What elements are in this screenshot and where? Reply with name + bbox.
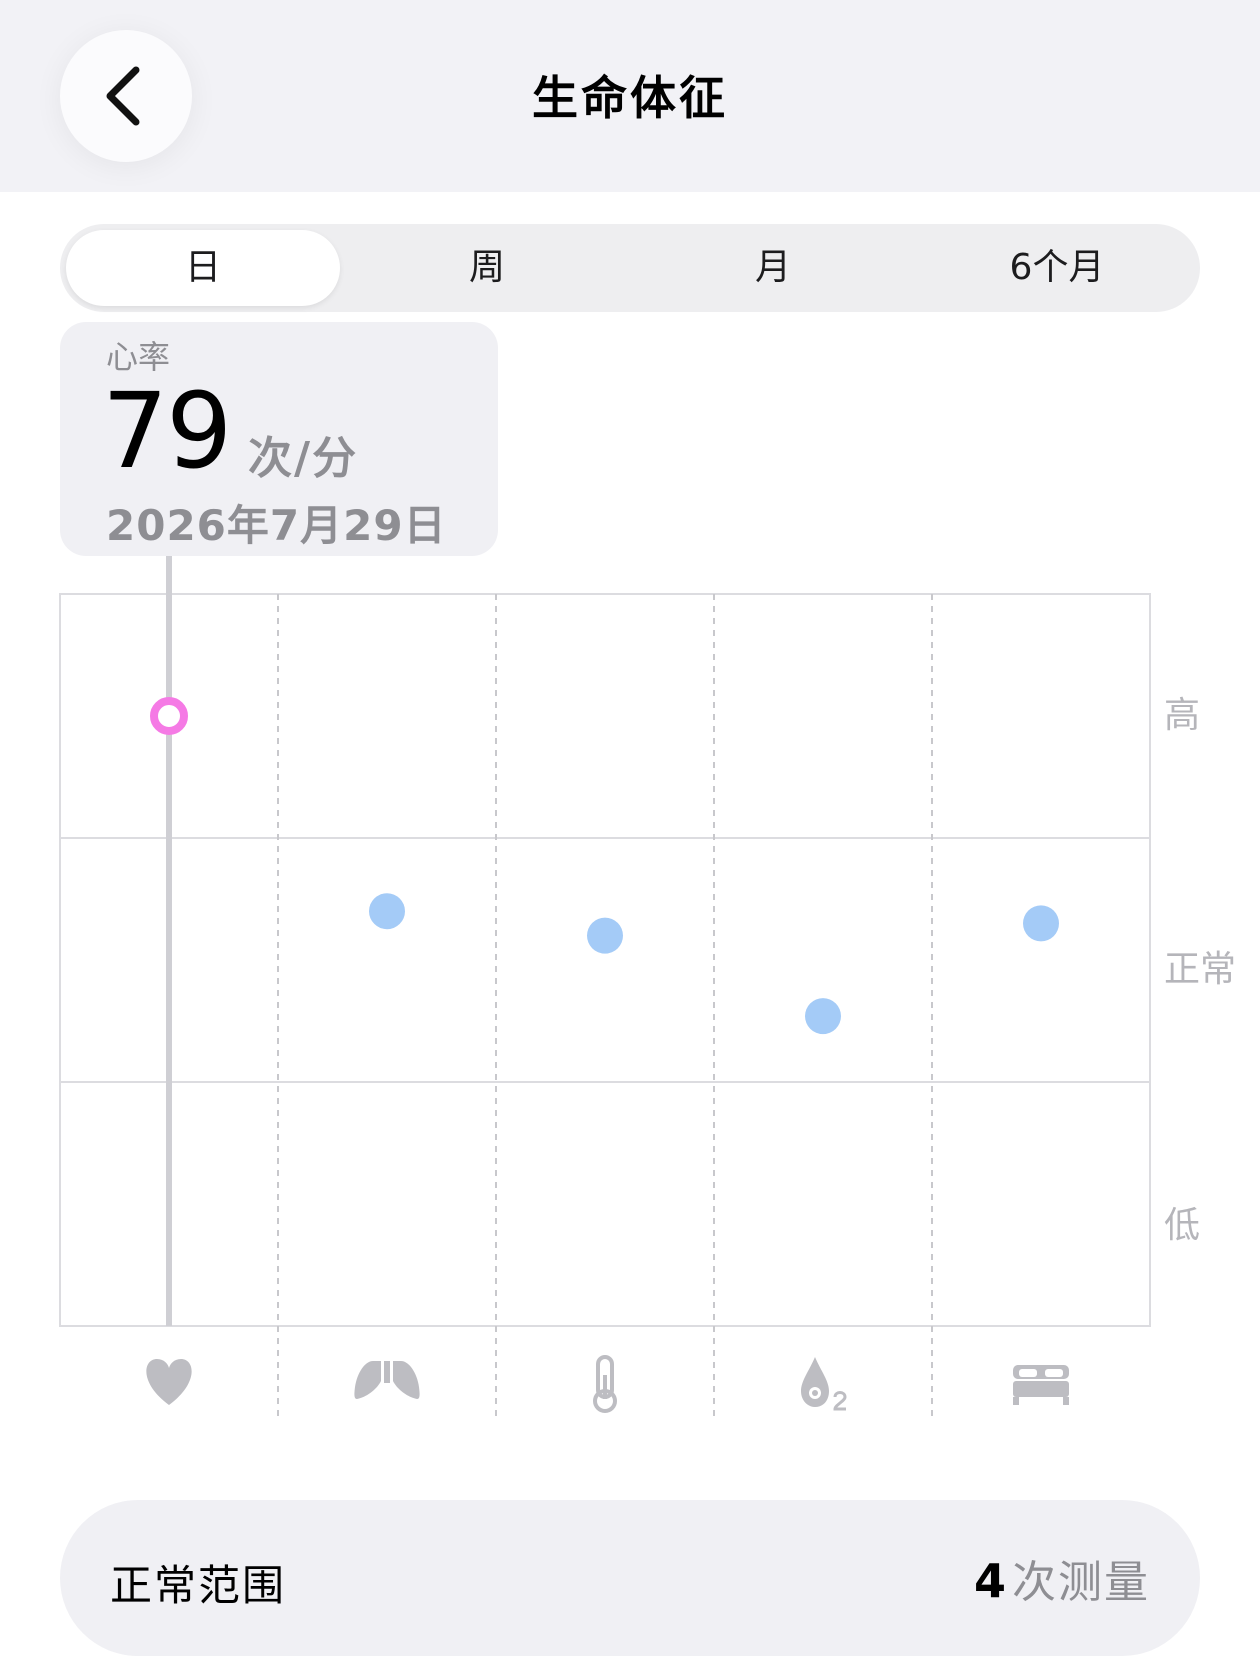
- normal-range-card[interactable]: 正常范围 4 次测量: [60, 1500, 1200, 1656]
- page-title: 生命体征: [532, 71, 728, 125]
- normal-range-title: 正常范围: [110, 1561, 287, 1610]
- lung-left: [354, 1361, 381, 1399]
- selection-tooltip: 心率 79 次/分 2026年7月29日: [60, 322, 498, 556]
- tab-6-months[interactable]: 6个月: [920, 230, 1194, 306]
- chart-grid: [59, 593, 1151, 1416]
- measurement-unit: 次测量: [1012, 1557, 1150, 1608]
- bed-leg: [1063, 1397, 1069, 1405]
- bed-pillow: [1019, 1369, 1037, 1377]
- chart-points: [150, 556, 1059, 1326]
- subscript-2: [833, 1391, 847, 1411]
- thermometer-tube: [596, 1355, 614, 1399]
- thermometer-icon: [593, 1355, 617, 1413]
- y-tick-label-high: 高: [1164, 695, 1201, 736]
- tab-week[interactable]: 周: [350, 230, 624, 306]
- data-point[interactable]: [369, 893, 405, 930]
- chart-frame: [59, 593, 1151, 1327]
- heart-icon: [146, 1359, 192, 1405]
- y-tick-label-normal: 正常: [1164, 949, 1237, 990]
- y-tick-label-low: 低: [1164, 1205, 1201, 1246]
- measurement-count: 4: [973, 1554, 1006, 1608]
- tooltip-value: 79: [102, 370, 232, 492]
- drop-o: [809, 1387, 821, 1399]
- lung-right: [393, 1361, 420, 1399]
- bed-icon: [1013, 1365, 1069, 1405]
- tooltip-date: 2026年7月29日: [106, 501, 447, 550]
- blood-oxygen-icon: [801, 1357, 847, 1411]
- nav-header: 生命体征: [0, 0, 1260, 192]
- trachea: [384, 1361, 390, 1383]
- bed-mattress: [1013, 1381, 1069, 1397]
- bed-headboard: [1013, 1365, 1069, 1379]
- measurement-summary: 4 次测量: [974, 1546, 1150, 1610]
- tab-month[interactable]: 月: [636, 230, 910, 306]
- bed-pillow: [1045, 1369, 1063, 1377]
- lungs-icon: [354, 1361, 420, 1399]
- drop-shape: [801, 1357, 829, 1407]
- bed-leg: [1013, 1397, 1019, 1405]
- data-point-selected[interactable]: [150, 697, 188, 735]
- tab-day[interactable]: 日: [66, 230, 340, 306]
- category-icons: [146, 1355, 1069, 1413]
- data-point[interactable]: [1023, 905, 1059, 942]
- data-point[interactable]: [805, 998, 841, 1035]
- data-point[interactable]: [587, 917, 623, 954]
- heart-shape: [146, 1359, 192, 1405]
- tooltip-unit: 次/分: [248, 433, 359, 484]
- time-range-segmented-control: 日 周 月 6个月: [60, 224, 1200, 312]
- thermometer-bulb: [593, 1389, 617, 1413]
- drop-o-inner: [812, 1390, 818, 1396]
